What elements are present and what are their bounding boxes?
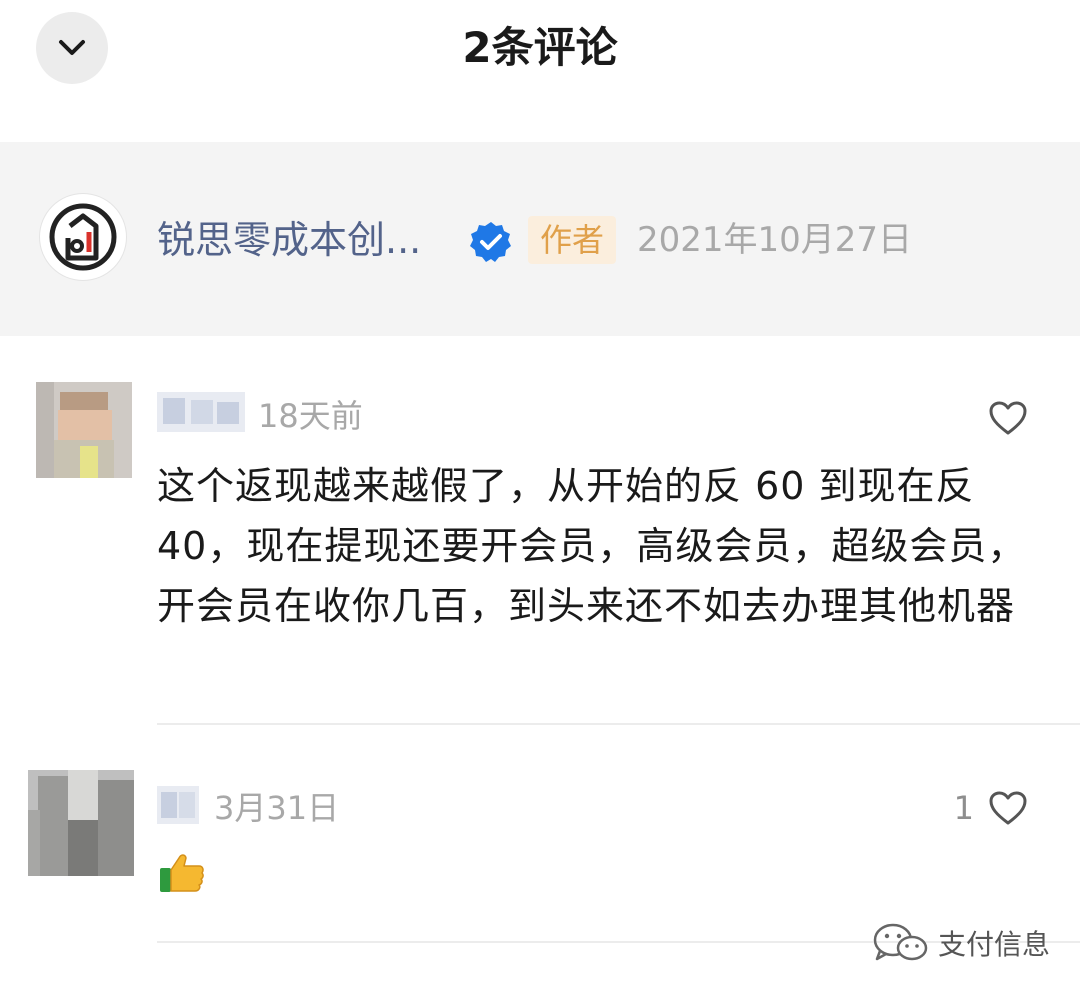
divider xyxy=(157,723,1080,725)
comment-username-redacted[interactable] xyxy=(157,392,245,432)
comment-username-redacted[interactable] xyxy=(157,786,199,824)
comment-time: 3月31日 xyxy=(214,789,340,827)
heart-outline-icon[interactable] xyxy=(988,400,1028,436)
page-title: 2条评论 xyxy=(462,23,618,72)
avatar[interactable] xyxy=(36,382,132,478)
comment-time: 18天前 xyxy=(258,397,363,435)
author-name[interactable]: 锐思零成本创... xyxy=(157,214,421,266)
author-avatar[interactable] xyxy=(40,194,126,280)
watermark-text: 支付信息 xyxy=(938,928,1051,961)
comment-text: 这个返现越来越假了，从开始的反 60 到现在反 40，现在提现还要开会员，高级会… xyxy=(157,464,1027,628)
avatar[interactable] xyxy=(28,770,134,876)
verified-badge-icon xyxy=(470,222,511,262)
comments-header: 2条评论 xyxy=(0,0,1080,140)
author-tag: 作者 xyxy=(528,216,617,264)
source-watermark: 支付信息 xyxy=(872,918,1050,968)
wechat-icon xyxy=(873,923,928,961)
author-bar[interactable]: 锐思零成本创... 作者 2021年10月27日 xyxy=(0,142,1080,336)
heart-outline-icon[interactable] xyxy=(988,790,1028,826)
thumbs-up-emoji-icon xyxy=(160,854,204,892)
like-count: 1 xyxy=(953,789,974,827)
brand-logo-icon xyxy=(49,203,117,271)
author-date: 2021年10月27日 xyxy=(637,220,913,260)
